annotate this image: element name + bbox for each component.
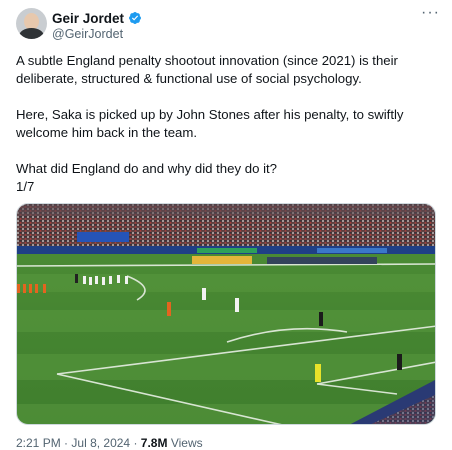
tweet-card: Geir Jordet @GeirJordet ··· A subtle Eng… <box>0 0 452 450</box>
tweet-meta: 2:21 PM · Jul 8, 2024 · 7.8M Views <box>16 436 203 450</box>
tweet-paragraph: What did England do and why did they do … <box>16 161 277 176</box>
meta-separator: · <box>133 436 138 450</box>
views-count[interactable]: 7.8M <box>141 436 168 450</box>
tweet-date[interactable]: Jul 8, 2024 <box>71 436 130 450</box>
author-name-row: Geir Jordet <box>52 10 142 26</box>
more-options-icon[interactable]: ··· <box>421 4 440 22</box>
avatar[interactable] <box>16 8 47 39</box>
avatar-shoulders <box>19 28 44 39</box>
tweet-time[interactable]: 2:21 PM <box>16 436 61 450</box>
tweet-paragraph: 1/7 <box>16 179 35 194</box>
meta-separator: · <box>64 436 69 450</box>
views-label: Views <box>170 436 203 450</box>
verified-badge-icon <box>129 12 142 24</box>
tweet-text: A subtle England penalty shootout innova… <box>16 52 436 196</box>
tweet-media-image[interactable] <box>16 203 436 425</box>
stadium-photo <box>17 204 435 424</box>
tweet-paragraph: A subtle England penalty shootout innova… <box>16 53 398 86</box>
author-handle[interactable]: @GeirJordet <box>52 27 123 41</box>
tweet-paragraph: Here, Saka is picked up by John Stones a… <box>16 107 404 140</box>
author-display-name[interactable]: Geir Jordet <box>52 11 124 26</box>
